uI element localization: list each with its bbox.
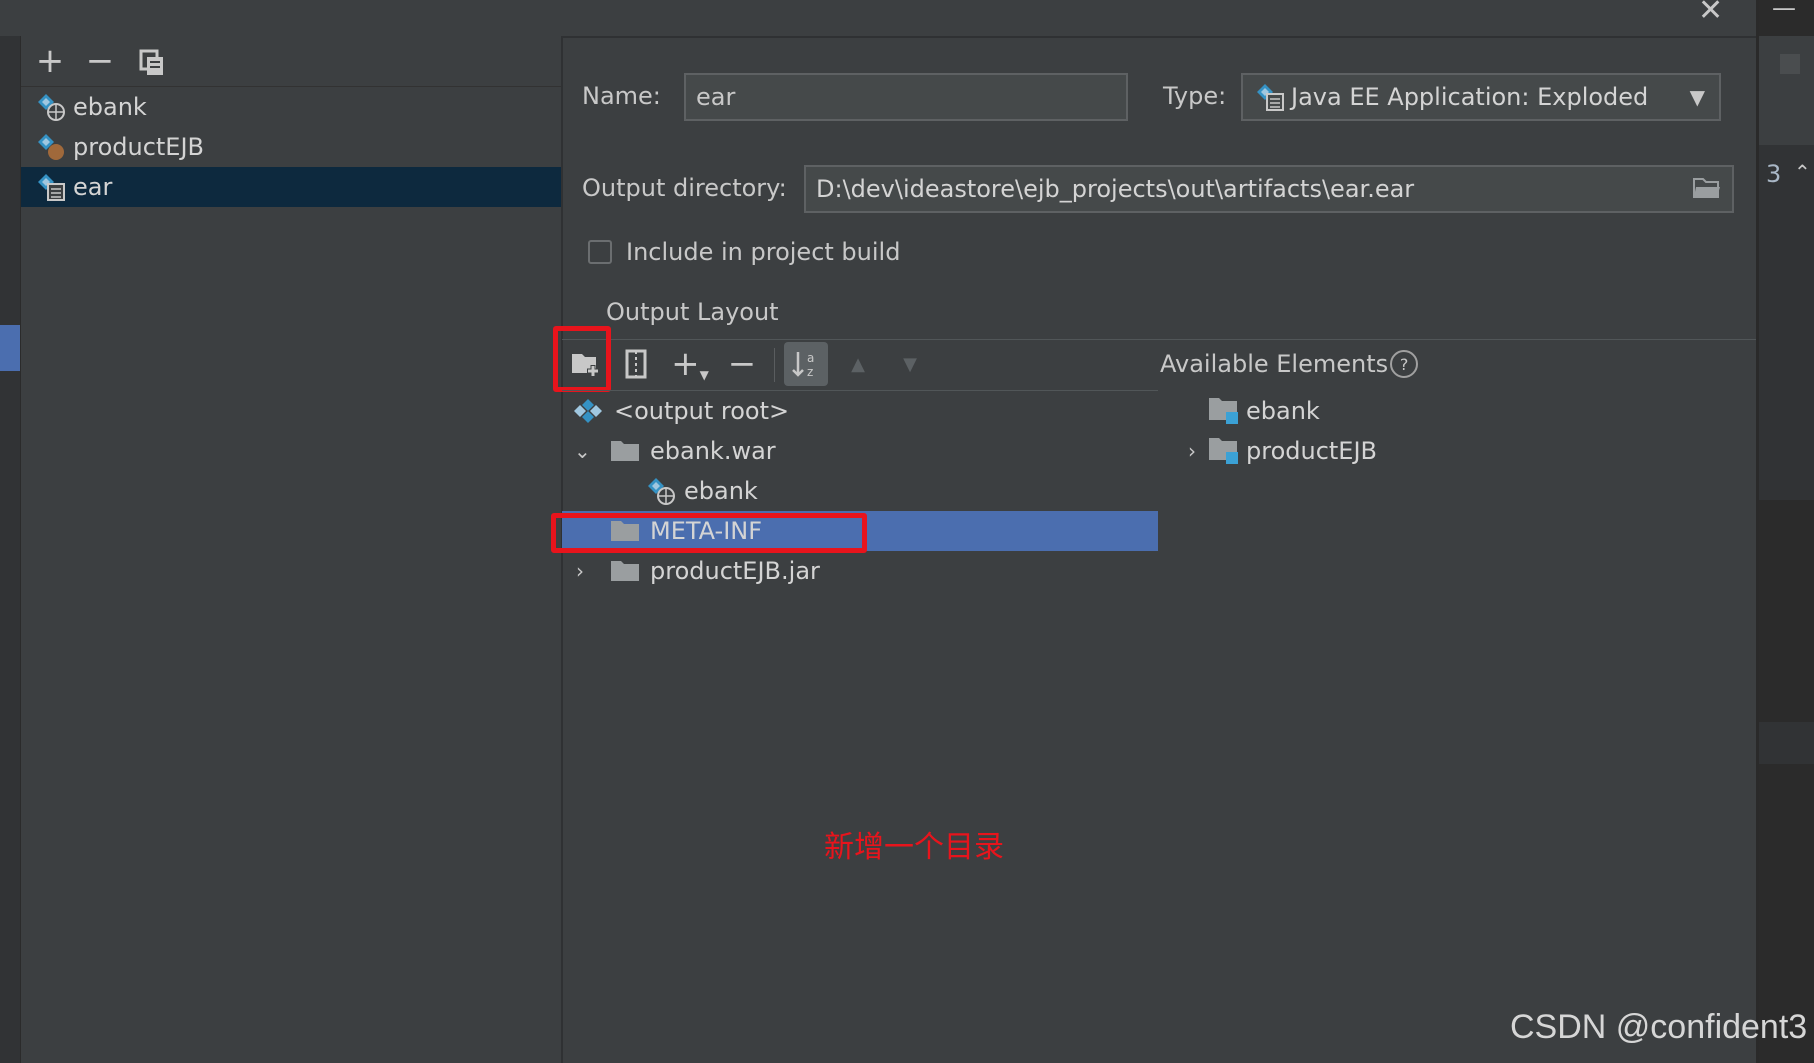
add-artifact-button[interactable]: + xyxy=(31,41,69,81)
output-layout-title: Output Layout xyxy=(606,298,779,326)
chevron-down-icon: ▼ xyxy=(1689,85,1705,109)
editor-line-number: 3 xyxy=(1766,160,1782,188)
web-artifact-icon xyxy=(35,91,67,123)
root-icon xyxy=(574,397,604,425)
output-directory-label: Output directory: xyxy=(582,174,787,202)
editor-block xyxy=(1758,722,1814,764)
artifacts-toolbar: + − xyxy=(21,40,561,87)
include-in-build-label: Include in project build xyxy=(626,238,901,266)
folder-icon xyxy=(610,559,640,583)
copy-icon xyxy=(139,49,163,75)
ejb-artifact-icon xyxy=(35,131,67,163)
available-elements-header: Available Elements ? xyxy=(1160,350,1419,378)
artifact-item-ebank[interactable]: ebank xyxy=(21,87,561,127)
svg-text:z: z xyxy=(807,365,813,379)
available-label: productEJB xyxy=(1246,437,1378,465)
remove-artifact-button[interactable]: − xyxy=(81,41,119,81)
move-up-button[interactable]: ▲ xyxy=(836,342,880,386)
output-directory-value: D:\dev\ideastore\ejb_projects\out\artifa… xyxy=(816,175,1415,203)
minimize-icon[interactable]: — xyxy=(1772,0,1796,22)
editor-panel xyxy=(1758,145,1814,500)
chevron-right-icon[interactable]: › xyxy=(576,559,598,583)
name-label: Name: xyxy=(582,82,661,110)
folder-browse-icon[interactable] xyxy=(1692,175,1722,207)
tool-window-active-marker xyxy=(0,325,20,371)
highlight-meta-inf xyxy=(551,513,867,553)
tool-window-strip xyxy=(0,36,21,1063)
type-select[interactable]: Java EE Application: Exploded ▼ xyxy=(1241,73,1721,121)
window-divider xyxy=(1756,0,1759,1063)
tree-row-ebank-war[interactable]: ⌄ ebank.war xyxy=(562,431,1158,471)
tree-label: productEJB.jar xyxy=(650,557,820,585)
module-folder-icon xyxy=(1208,396,1240,426)
help-icon[interactable]: ? xyxy=(1390,350,1419,378)
svg-text:a: a xyxy=(807,351,814,365)
sort-alpha-icon: a z xyxy=(792,351,814,379)
output-layout-separator xyxy=(562,339,1756,340)
add-archive-button[interactable] xyxy=(614,342,658,386)
name-input[interactable]: ear xyxy=(684,73,1128,121)
chevron-up-icon[interactable]: ⌃ xyxy=(1794,160,1811,184)
artifact-item-productejb[interactable]: productEJB xyxy=(21,127,561,167)
available-label: ebank xyxy=(1246,397,1320,425)
dropdown-arrow-icon: ▼ xyxy=(699,368,709,382)
artifact-item-ear[interactable]: ear xyxy=(21,167,561,207)
editor-toolbar-strip xyxy=(1758,36,1814,146)
available-elements-title: Available Elements xyxy=(1160,350,1389,378)
editor-tab-icon xyxy=(1780,54,1800,74)
artifact-label: productEJB xyxy=(73,133,205,161)
ear-artifact-icon xyxy=(35,171,67,203)
folder-icon xyxy=(610,439,640,463)
tree-row-ebank[interactable]: ebank xyxy=(562,471,1158,511)
copy-artifact-button[interactable] xyxy=(133,44,171,82)
close-icon[interactable]: ✕ xyxy=(1698,0,1728,26)
ear-artifact-icon xyxy=(1255,82,1285,112)
artifact-label: ebank xyxy=(73,93,147,121)
archive-icon xyxy=(625,349,647,379)
type-label: Type: xyxy=(1163,82,1227,110)
toolbar-separator xyxy=(774,348,775,382)
module-folder-icon xyxy=(1208,436,1240,466)
annotation-text: 新增一个目录 xyxy=(824,830,1004,865)
watermark-text: CSDN @confident3 xyxy=(1510,1008,1808,1046)
move-down-button[interactable]: ▼ xyxy=(888,342,932,386)
output-directory-input[interactable]: D:\dev\ideastore\ejb_projects\out\artifa… xyxy=(804,165,1734,213)
remove-element-button[interactable]: − xyxy=(720,342,764,386)
available-item-ebank[interactable]: ebank xyxy=(1180,391,1740,431)
sort-elements-button[interactable]: a z xyxy=(784,342,828,386)
plus-icon: + xyxy=(671,344,700,384)
tree-row-productejb-jar[interactable]: › productEJB.jar xyxy=(562,551,1158,591)
type-select-value: Java EE Application: Exploded xyxy=(1291,83,1649,111)
tree-label: ebank.war xyxy=(650,437,776,465)
artifact-label: ear xyxy=(73,173,113,201)
web-artifact-icon xyxy=(646,476,676,506)
chevron-down-icon[interactable]: ⌄ xyxy=(574,439,596,463)
add-element-button[interactable]: + ▼ xyxy=(668,342,712,386)
tree-label: <output root> xyxy=(614,397,790,425)
include-in-build-checkbox[interactable] xyxy=(588,240,612,264)
highlight-create-directory xyxy=(553,326,611,392)
available-item-productejb[interactable]: › productEJB xyxy=(1180,431,1740,471)
tree-row-output-root[interactable]: <output root> xyxy=(562,391,1158,431)
tree-label: ebank xyxy=(684,477,758,505)
dialog-title-bar xyxy=(0,0,1758,38)
chevron-right-icon[interactable]: › xyxy=(1188,439,1208,463)
